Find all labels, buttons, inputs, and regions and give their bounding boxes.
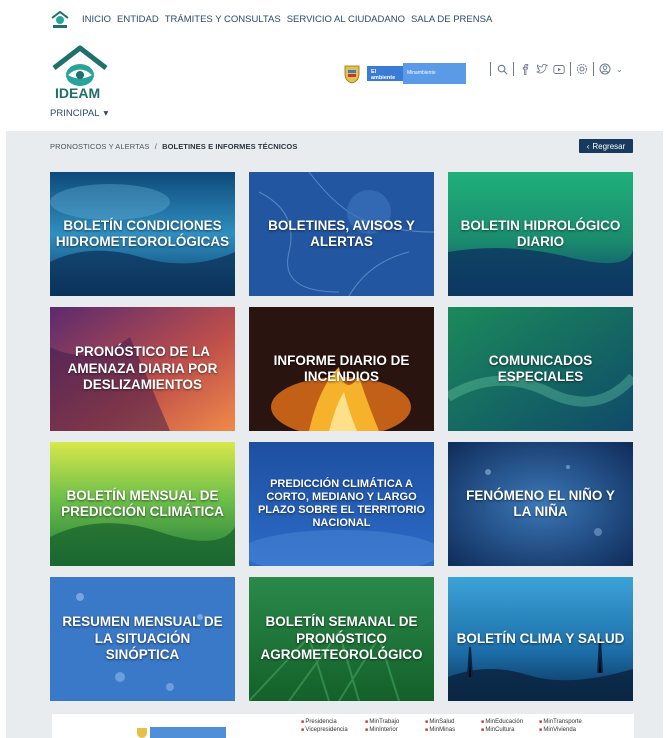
breadcrumb-current: BOLETINES E INFORMES TÉCNICOS [162, 142, 298, 151]
card-label: COMUNICADOS ESPECIALES [488, 352, 593, 385]
footer-gov-bar [150, 727, 226, 738]
search-icon[interactable] [496, 63, 508, 75]
card-resumen-situacion-sinoptica[interactable]: RESUMEN MENSUAL DE LA SITUACIÓN SINÓPTIC… [50, 577, 235, 701]
footer-link[interactable]: Vicepresidencia [301, 727, 365, 733]
card-label: BOLETÍN CLIMA Y SALUD [456, 630, 625, 646]
card-boletines-avisos-alertas[interactable]: BOLETINES, AVISOS Y ALERTAS [249, 172, 434, 296]
card-comunicados-especiales[interactable]: COMUNICADOS ESPECIALES [448, 307, 633, 431]
card-label: BOLETÍN SEMANAL DE PRONÓSTICO AGROMETEOR… [260, 614, 423, 663]
principal-label: PRINCIPAL [50, 108, 100, 119]
card-clima-y-salud[interactable]: BOLETÍN CLIMA Y SALUD [448, 577, 633, 701]
divider [570, 62, 571, 76]
card-informe-incendios[interactable]: INFORME DIARIO DE INCENDIOS [249, 307, 434, 431]
card-label: BOLETÍN CONDICIONES HIDROMETEOROLÓGICAS [55, 217, 230, 250]
card-pronostico-agrometeorologico[interactable]: BOLETÍN SEMANAL DE PRONÓSTICO AGROMETEOR… [249, 577, 434, 701]
card-label: RESUMEN MENSUAL DE LA SITUACIÓN SINÓPTIC… [62, 614, 223, 663]
footer-link[interactable]: MinInterior [365, 727, 425, 733]
breadcrumb-parent[interactable]: PRONOSTICOS Y ALERTAS [50, 142, 150, 151]
card-prediccion-climatica-mensual[interactable]: BOLETÍN MENSUAL DE PREDICCIÓN CLIMÁTICA [50, 442, 235, 566]
footer-link[interactable]: MinTransporte [539, 719, 599, 725]
card-label: PRONÓSTICO DE LA AMENAZA DIARIA POR DESL… [67, 344, 218, 393]
divider [490, 62, 491, 76]
main-content: PRONOSTICOS Y ALERTAS / BOLETINES E INFO… [6, 131, 663, 738]
user-icon[interactable] [599, 63, 611, 75]
ideam-mini-logo-icon[interactable] [50, 9, 70, 29]
facebook-icon[interactable] [519, 63, 531, 75]
twitter-icon[interactable] [536, 63, 548, 75]
colombia-shield-icon [137, 728, 147, 738]
nav-prensa[interactable]: SALA DE PRENSA [411, 14, 492, 25]
card-label: BOLETINES, AVISOS Y ALERTAS [268, 217, 415, 250]
footer-links: Presidencia MinTrabajo MinSalud MinEduca… [301, 719, 599, 733]
card-condiciones-hidrometeorologicas[interactable]: BOLETÍN CONDICIONES HIDROMETEOROLÓGICAS [50, 172, 235, 296]
footer-link[interactable]: MinEducación [481, 719, 539, 725]
breadcrumb: PRONOSTICOS Y ALERTAS / BOLETINES E INFO… [50, 142, 297, 151]
youtube-icon[interactable] [553, 63, 565, 75]
divider [513, 62, 514, 76]
footer-link[interactable]: Presidencia [301, 719, 365, 725]
card-amenaza-deslizamientos[interactable]: PRONÓSTICO DE LA AMENAZA DIARIA POR DESL… [50, 307, 235, 431]
colombia-shield-icon [344, 65, 360, 83]
footer-link[interactable]: MinSalud [425, 719, 481, 725]
nav-entidad[interactable]: ENTIDAD [117, 14, 159, 25]
nav-inicio[interactable]: INICIO [82, 14, 111, 25]
nav-servicio[interactable]: SERVICIO AL CIUDADANO [287, 14, 405, 25]
badge-ministry: Minambiente [403, 63, 466, 84]
card-label: PREDICCIÓN CLIMÁTICA A CORTO, MEDIANO Y … [257, 478, 426, 529]
back-button[interactable]: ‹ Regresar [579, 139, 633, 153]
card-label: FENÓMENO EL NIÑO Y LA NIÑA [466, 487, 615, 520]
card-label: BOLETÍN MENSUAL DE PREDICCIÓN CLIMÁTICA [61, 487, 224, 520]
caret-down-icon: ▾ [103, 108, 109, 119]
card-boletin-hidrologico-diario[interactable]: BOLETIN HIDROLÓGICO DIARIO [448, 172, 633, 296]
divider [593, 62, 594, 76]
back-button-label: Regresar [592, 141, 626, 151]
badge-slogan: El ambiente es de todos [367, 66, 403, 93]
card-label: BOLETIN HIDROLÓGICO DIARIO [460, 217, 621, 250]
footer: Presidencia MinTrabajo MinSalud MinEduca… [52, 714, 634, 738]
footer-link[interactable]: MinVivienda [539, 727, 599, 733]
chevron-down-icon[interactable]: ⌄ [616, 65, 623, 74]
footer-link[interactable]: MinMinas [425, 727, 481, 733]
footer-link[interactable]: MinTrabajo [365, 719, 425, 725]
breadcrumb-separator: / [154, 142, 157, 151]
card-label: INFORME DIARIO DE INCENDIOS [273, 352, 410, 385]
card-prediccion-climatica-plazos[interactable]: PREDICCIÓN CLIMÁTICA A CORTO, MEDIANO Y … [249, 442, 434, 566]
card-fenomeno-nino-nina[interactable]: FENÓMENO EL NIÑO Y LA NIÑA [448, 442, 633, 566]
principal-menu[interactable]: PRINCIPAL ▾ [50, 108, 108, 119]
chevron-left-icon: ‹ [586, 141, 590, 151]
government-badge[interactable]: El ambiente es de todos Minambiente [343, 63, 466, 93]
settings-icon[interactable] [576, 63, 588, 75]
footer-link[interactable]: MinCultura [481, 727, 539, 733]
brand-name: IDEAM [55, 85, 101, 101]
nav-tramites[interactable]: TRÁMITES Y CONSULTAS [165, 14, 281, 25]
top-navigation: INICIO ENTIDAD TRÁMITES Y CONSULTAS SERV… [50, 8, 492, 30]
footer-gov-logo [134, 727, 226, 738]
header-tools: ⌄ [490, 62, 623, 76]
